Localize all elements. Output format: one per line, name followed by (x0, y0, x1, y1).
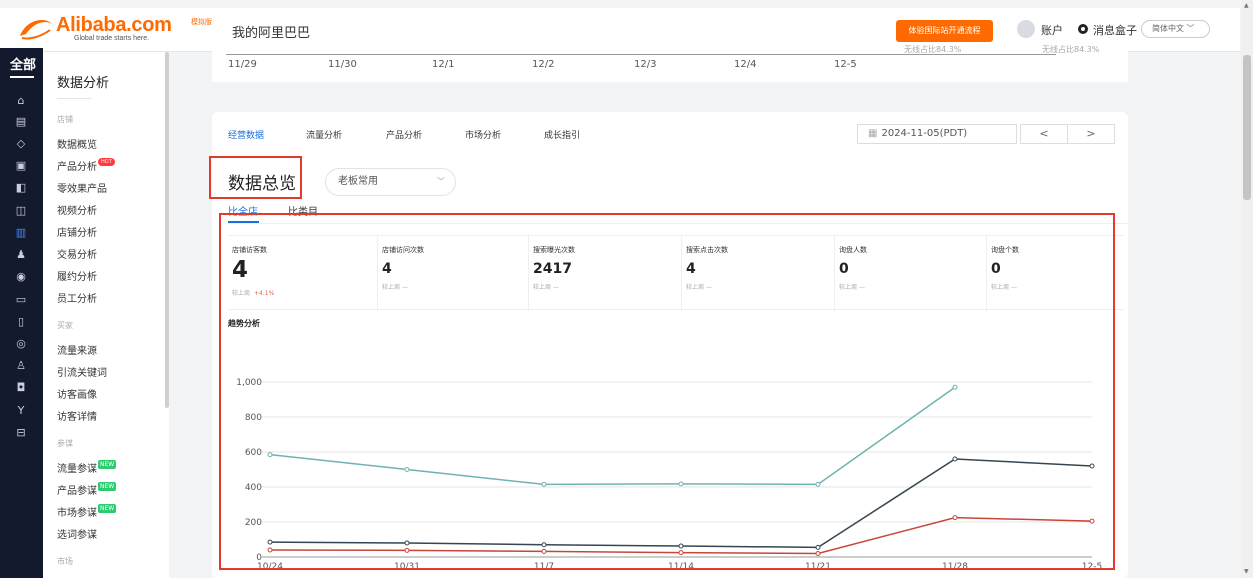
sidebar-item-label: 产品分析 (57, 162, 97, 173)
previous-axis-tick: 12/3 (634, 59, 657, 70)
overview-highlight-box (209, 156, 302, 199)
wallet-icon[interactable]: ⊟ (14, 426, 28, 440)
sidebar: 数据分析 店铺 数据概览 产品分析 HOT 零效果产品 视频分析 店铺分析 交易分… (43, 52, 169, 578)
previous-axis-tick: 11/30 (328, 59, 357, 70)
bag-icon[interactable]: ◘ (14, 381, 28, 395)
tab-traffic-analysis[interactable]: 流量分析 (306, 128, 342, 141)
sidebar-item-store-analysis[interactable]: 店铺分析 (57, 224, 97, 239)
sidebar-group-store: 店铺 (57, 115, 73, 124)
previous-axis-tick: 12-5 (834, 59, 857, 70)
sidebar-item-zero-effect[interactable]: 零效果产品 (57, 180, 107, 195)
sidebar-item-trade[interactable]: 交易分析 (57, 246, 97, 261)
metrics-highlight-box (219, 213, 1115, 570)
tab-market-analysis[interactable]: 市场分析 (465, 128, 501, 141)
page-scrollbar[interactable]: ▲ ▼ (1241, 0, 1253, 578)
sidebar-item-market-advisor[interactable]: 市场参谋 NEW (57, 504, 117, 519)
app-window: Alibaba.com Global trade starts here. 模拟… (0, 0, 1253, 578)
logo-slogan: Global trade starts here. (74, 35, 150, 42)
users-icon[interactable]: ♟ (14, 248, 28, 262)
new-badge: NEW (98, 460, 117, 469)
sidebar-title: 数据分析 (57, 76, 110, 91)
globe-icon[interactable]: ◎ (14, 337, 28, 351)
chevron-down-icon: ﹀ (1186, 24, 1195, 33)
experience-button[interactable]: 体验国际站开通流程 (896, 20, 993, 42)
icon-rail: 全部 ⌂ ▤ ◇ ▣ ◧ ◫ ▥ ♟ ◉ ▭ ▯ ◎ ♙ ◘ Y ⊟ (0, 48, 43, 578)
mode-value: 老板常用 (338, 176, 378, 187)
chevron-down-icon: ﹀ (437, 177, 445, 186)
logo-text: Alibaba.com (56, 14, 172, 36)
ticket-icon[interactable]: ▭ (14, 293, 28, 307)
sidebar-item-fulfillment[interactable]: 履约分析 (57, 268, 97, 283)
date-value: 2024-11-05(PDT) (881, 128, 968, 139)
calendar-icon: ▦ (868, 128, 878, 139)
product-icon[interactable]: ◧ (14, 181, 28, 195)
language-select[interactable]: 简体中文 ﹀ (1141, 20, 1210, 38)
message-box-link[interactable]: 消息盒子 (1093, 22, 1137, 38)
sidebar-item-visitor-detail[interactable]: 访客详情 (57, 408, 97, 423)
logo-tag: 模拟版 (191, 18, 212, 26)
previous-date-button[interactable]: < (1021, 125, 1067, 143)
alibaba-logo[interactable]: Alibaba.com Global trade starts here. 模拟… (16, 14, 216, 46)
date-picker[interactable]: ▦ 2024-11-05(PDT) (857, 124, 1017, 144)
sidebar-scrollbar[interactable] (165, 52, 169, 408)
sidebar-item-traffic-source[interactable]: 流量来源 (57, 342, 97, 357)
shield-icon[interactable]: ◇ (14, 137, 28, 151)
next-date-button[interactable]: > (1067, 125, 1114, 143)
home-icon[interactable]: ⌂ (14, 94, 28, 108)
data-analysis-icon[interactable]: ▥ (14, 226, 28, 240)
sidebar-item-visitor-profile[interactable]: 访客画像 (57, 386, 97, 401)
hot-badge: HOT (98, 158, 115, 166)
previous-axis-line (226, 54, 1056, 55)
sidebar-group-staff: 参谋 (57, 439, 73, 448)
sidebar-item-label: 流量参谋 (57, 464, 97, 475)
new-badge: NEW (98, 504, 117, 513)
rail-underline (10, 76, 34, 78)
sidebar-item-word-advisor[interactable]: 选词参谋 (57, 526, 97, 541)
tab-growth-guide[interactable]: 成长指引 (544, 128, 580, 141)
language-label: 简体中文 (1152, 24, 1184, 33)
sidebar-item-label: 市场参谋 (57, 508, 97, 519)
sidebar-item-data-overview[interactable]: 数据概览 (57, 136, 97, 151)
sidebar-item-product-advisor[interactable]: 产品参谋 NEW (57, 482, 117, 497)
sidebar-item-staff[interactable]: 员工分析 (57, 290, 97, 305)
message-square-icon[interactable]: ◫ (14, 204, 28, 218)
sidebar-item-product-analysis[interactable]: 产品分析 HOT (57, 158, 115, 173)
account-link[interactable]: 账户 (1041, 22, 1063, 38)
previous-axis-tick: 11/29 (228, 59, 257, 70)
document-icon[interactable]: ▣ (14, 159, 28, 173)
broadcast-icon[interactable]: ◉ (14, 270, 28, 284)
sidebar-item-traffic-advisor[interactable]: 流量参谋 NEW (57, 460, 117, 475)
person-icon[interactable]: ♙ (14, 359, 28, 373)
tab-business-data[interactable]: 经营数据 (228, 128, 264, 141)
message-icon (1078, 24, 1088, 34)
my-alibaba-link[interactable]: 我的阿里巴巴 (232, 22, 310, 41)
avatar[interactable] (1017, 20, 1035, 38)
scroll-thumb[interactable] (1243, 55, 1251, 200)
tab-product-analysis[interactable]: 产品分析 (386, 128, 422, 141)
trophy-icon[interactable]: Y (14, 404, 28, 418)
sidebar-divider (57, 98, 91, 99)
sidebar-item-keywords[interactable]: 引流关键词 (57, 364, 107, 379)
sidebar-group-market: 市场 (57, 557, 73, 566)
store-icon[interactable]: ▤ (14, 115, 28, 129)
scroll-up-icon[interactable]: ▲ (1244, 2, 1249, 9)
previous-axis-tick: 12/1 (432, 59, 455, 70)
previous-axis-tick: 12/4 (734, 59, 757, 70)
sidebar-item-label: 产品参谋 (57, 486, 97, 497)
new-badge: NEW (98, 482, 117, 491)
previous-axis-tick: 12/2 (532, 59, 555, 70)
date-nav: < > (1020, 124, 1115, 144)
clipboard-icon[interactable]: ▯ (14, 315, 28, 329)
rail-all-label[interactable]: 全部 (10, 54, 36, 73)
sidebar-item-video[interactable]: 视频分析 (57, 202, 97, 217)
mode-select[interactable]: 老板常用 ﹀ (325, 168, 456, 196)
sidebar-group-buyer: 买家 (57, 321, 73, 330)
previous-chart-card: 无线占比84.3% 无线占比84.3% 11/29 11/30 12/1 12/… (212, 45, 1128, 82)
alibaba-logo-icon (20, 20, 52, 40)
scroll-down-icon[interactable]: ▼ (1244, 568, 1249, 575)
